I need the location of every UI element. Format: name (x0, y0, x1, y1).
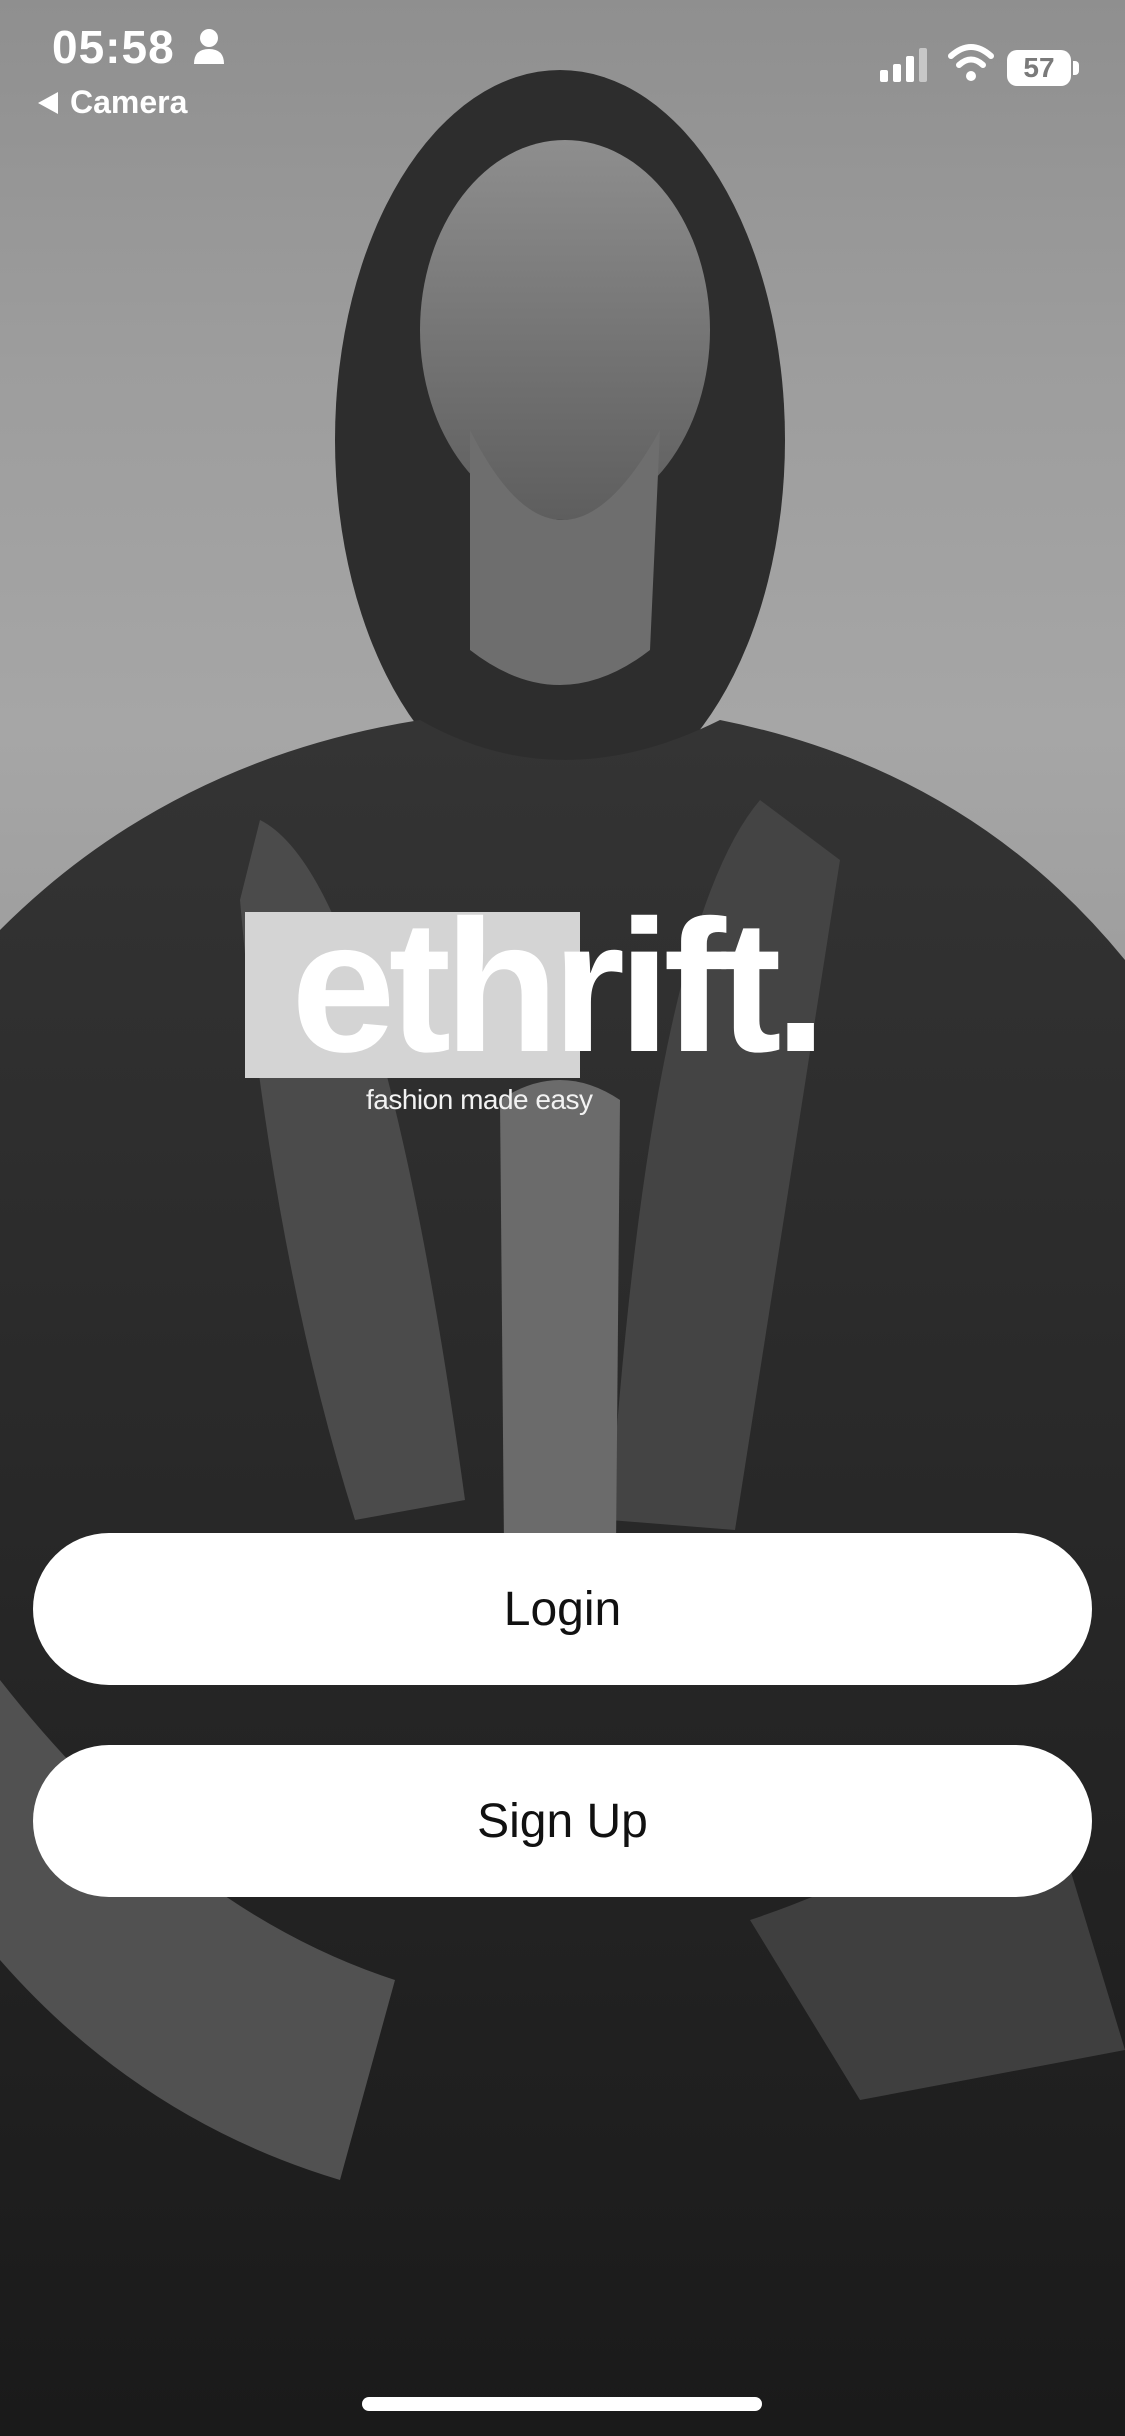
login-button[interactable]: Login (33, 1533, 1092, 1685)
back-to-camera-link[interactable]: Camera (38, 84, 187, 121)
welcome-screen: 05:58 Camera 57 ethrift. fashion made ea… (0, 0, 1125, 2436)
signal-icon (880, 48, 927, 82)
battery-icon: 57 (1007, 50, 1079, 88)
status-bar: 05:58 Camera 57 (0, 0, 1125, 120)
status-time: 05:58 (52, 21, 175, 73)
back-link-label: Camera (70, 84, 188, 120)
brand-name: ethrift. (291, 881, 827, 1091)
battery-level: 57 (1023, 52, 1055, 83)
battery-tip (1073, 61, 1079, 75)
brand-logo: ethrift. fashion made easy (245, 892, 827, 1132)
battery-body: 57 (1007, 50, 1071, 86)
fashion-photo-background (0, 70, 1125, 2436)
brand-tagline: fashion made easy (366, 1084, 593, 1115)
home-indicator[interactable] (362, 2397, 762, 2411)
person-icon (194, 29, 224, 64)
sign-up-button[interactable]: Sign Up (33, 1745, 1092, 1897)
wifi-icon (948, 44, 994, 81)
back-arrow-icon (38, 91, 58, 114)
